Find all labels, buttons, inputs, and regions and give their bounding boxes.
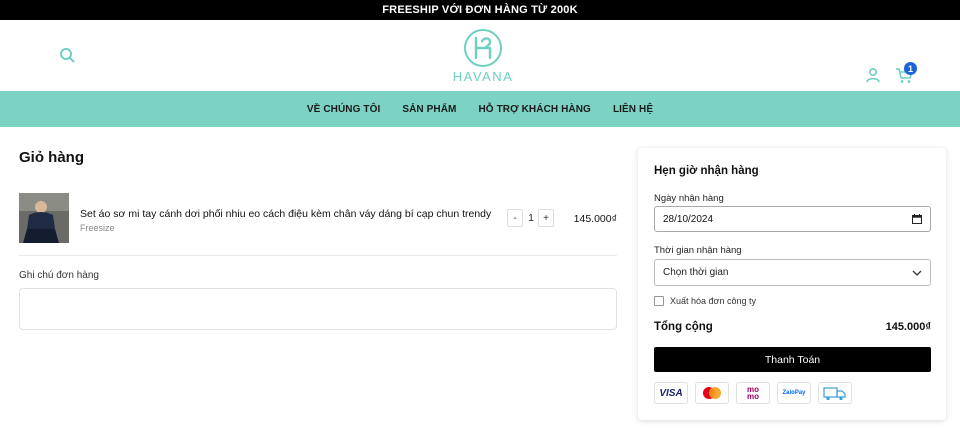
logo-text: HAVANA — [452, 69, 514, 84]
checkout-button[interactable]: Thanh Toán — [654, 347, 931, 372]
delivery-time-value: Chọn thời gian — [663, 267, 729, 278]
zalopay-icon: ZaloPay — [777, 382, 811, 404]
payment-methods: VISA mo mo ZaloPay — [654, 382, 852, 404]
total-value: 145.000₫ — [885, 321, 931, 333]
main-nav: VỀ CHÚNG TÔI SẢN PHẨM HỖ TRỢ KHÁCH HÀNG … — [0, 91, 960, 127]
quantity-decrease-button[interactable]: - — [507, 209, 523, 227]
cart-page: Giỏ hàng Set áo sơ mi tay cánh dơi phối … — [0, 127, 960, 431]
total-label: Tổng cộng — [654, 321, 713, 333]
delivery-date-input[interactable]: 28/10/2024 — [654, 206, 931, 232]
product-thumbnail[interactable] — [19, 193, 69, 243]
logo-mark-icon — [464, 29, 502, 67]
momo-icon: mo mo — [736, 382, 770, 404]
quantity-increase-button[interactable]: + — [538, 209, 554, 227]
company-invoice-checkbox[interactable] — [654, 296, 664, 306]
site-header: HAVANA 1 — [0, 20, 960, 91]
user-icon[interactable] — [865, 67, 881, 83]
company-invoice-option[interactable]: Xuất hóa đơn công ty — [654, 296, 756, 306]
nav-item-contact[interactable]: LIÊN HỆ — [613, 104, 653, 115]
product-price: 145.000₫ — [573, 213, 617, 225]
delivery-time-select[interactable]: Chọn thời gian — [654, 259, 931, 286]
announcement-text: FREESHIP VỚI ĐƠN HÀNG TỪ 200K — [382, 4, 578, 16]
chevron-down-icon — [912, 270, 922, 276]
divider — [19, 255, 617, 256]
visa-icon: VISA — [654, 382, 688, 404]
page-title: Giỏ hàng — [19, 149, 84, 166]
announcement-bar: FREESHIP VỚI ĐƠN HÀNG TỪ 200K — [0, 0, 960, 20]
calendar-icon[interactable] — [912, 214, 922, 224]
company-invoice-label: Xuất hóa đơn công ty — [670, 296, 756, 306]
mastercard-icon — [695, 382, 729, 404]
logo[interactable]: HAVANA — [452, 28, 514, 86]
nav-item-about[interactable]: VỀ CHÚNG TÔI — [307, 104, 380, 115]
product-variant: Freesize — [80, 223, 115, 233]
delivery-date-label: Ngày nhận hàng — [654, 193, 724, 204]
delivery-time-label: Thời gian nhận hàng — [654, 245, 742, 256]
zalopay-text: ZaloPay — [782, 390, 806, 396]
search-icon[interactable] — [59, 47, 75, 63]
delivery-panel: Hẹn giờ nhận hàng Ngày nhận hàng 28/10/2… — [638, 148, 946, 420]
product-name[interactable]: Set áo sơ mi tay cánh dơi phối nhiu eo c… — [80, 208, 491, 220]
momo-text: mo mo — [747, 385, 759, 401]
delivery-date-value: 28/10/2024 — [663, 213, 714, 225]
quantity-value[interactable]: 1 — [524, 209, 538, 227]
visa-text: VISA — [659, 387, 683, 399]
cart-count-badge: 1 — [904, 62, 917, 75]
cod-truck-icon — [818, 382, 852, 404]
nav-item-support[interactable]: HỖ TRỢ KHÁCH HÀNG — [478, 104, 590, 115]
order-note-input[interactable] — [19, 288, 617, 330]
cart-item: Set áo sơ mi tay cánh dơi phối nhiu eo c… — [19, 193, 617, 245]
delivery-title: Hẹn giờ nhận hàng — [654, 165, 759, 177]
nav-item-products[interactable]: SẢN PHẨM — [402, 104, 456, 115]
order-note-label: Ghi chú đơn hàng — [19, 270, 99, 281]
